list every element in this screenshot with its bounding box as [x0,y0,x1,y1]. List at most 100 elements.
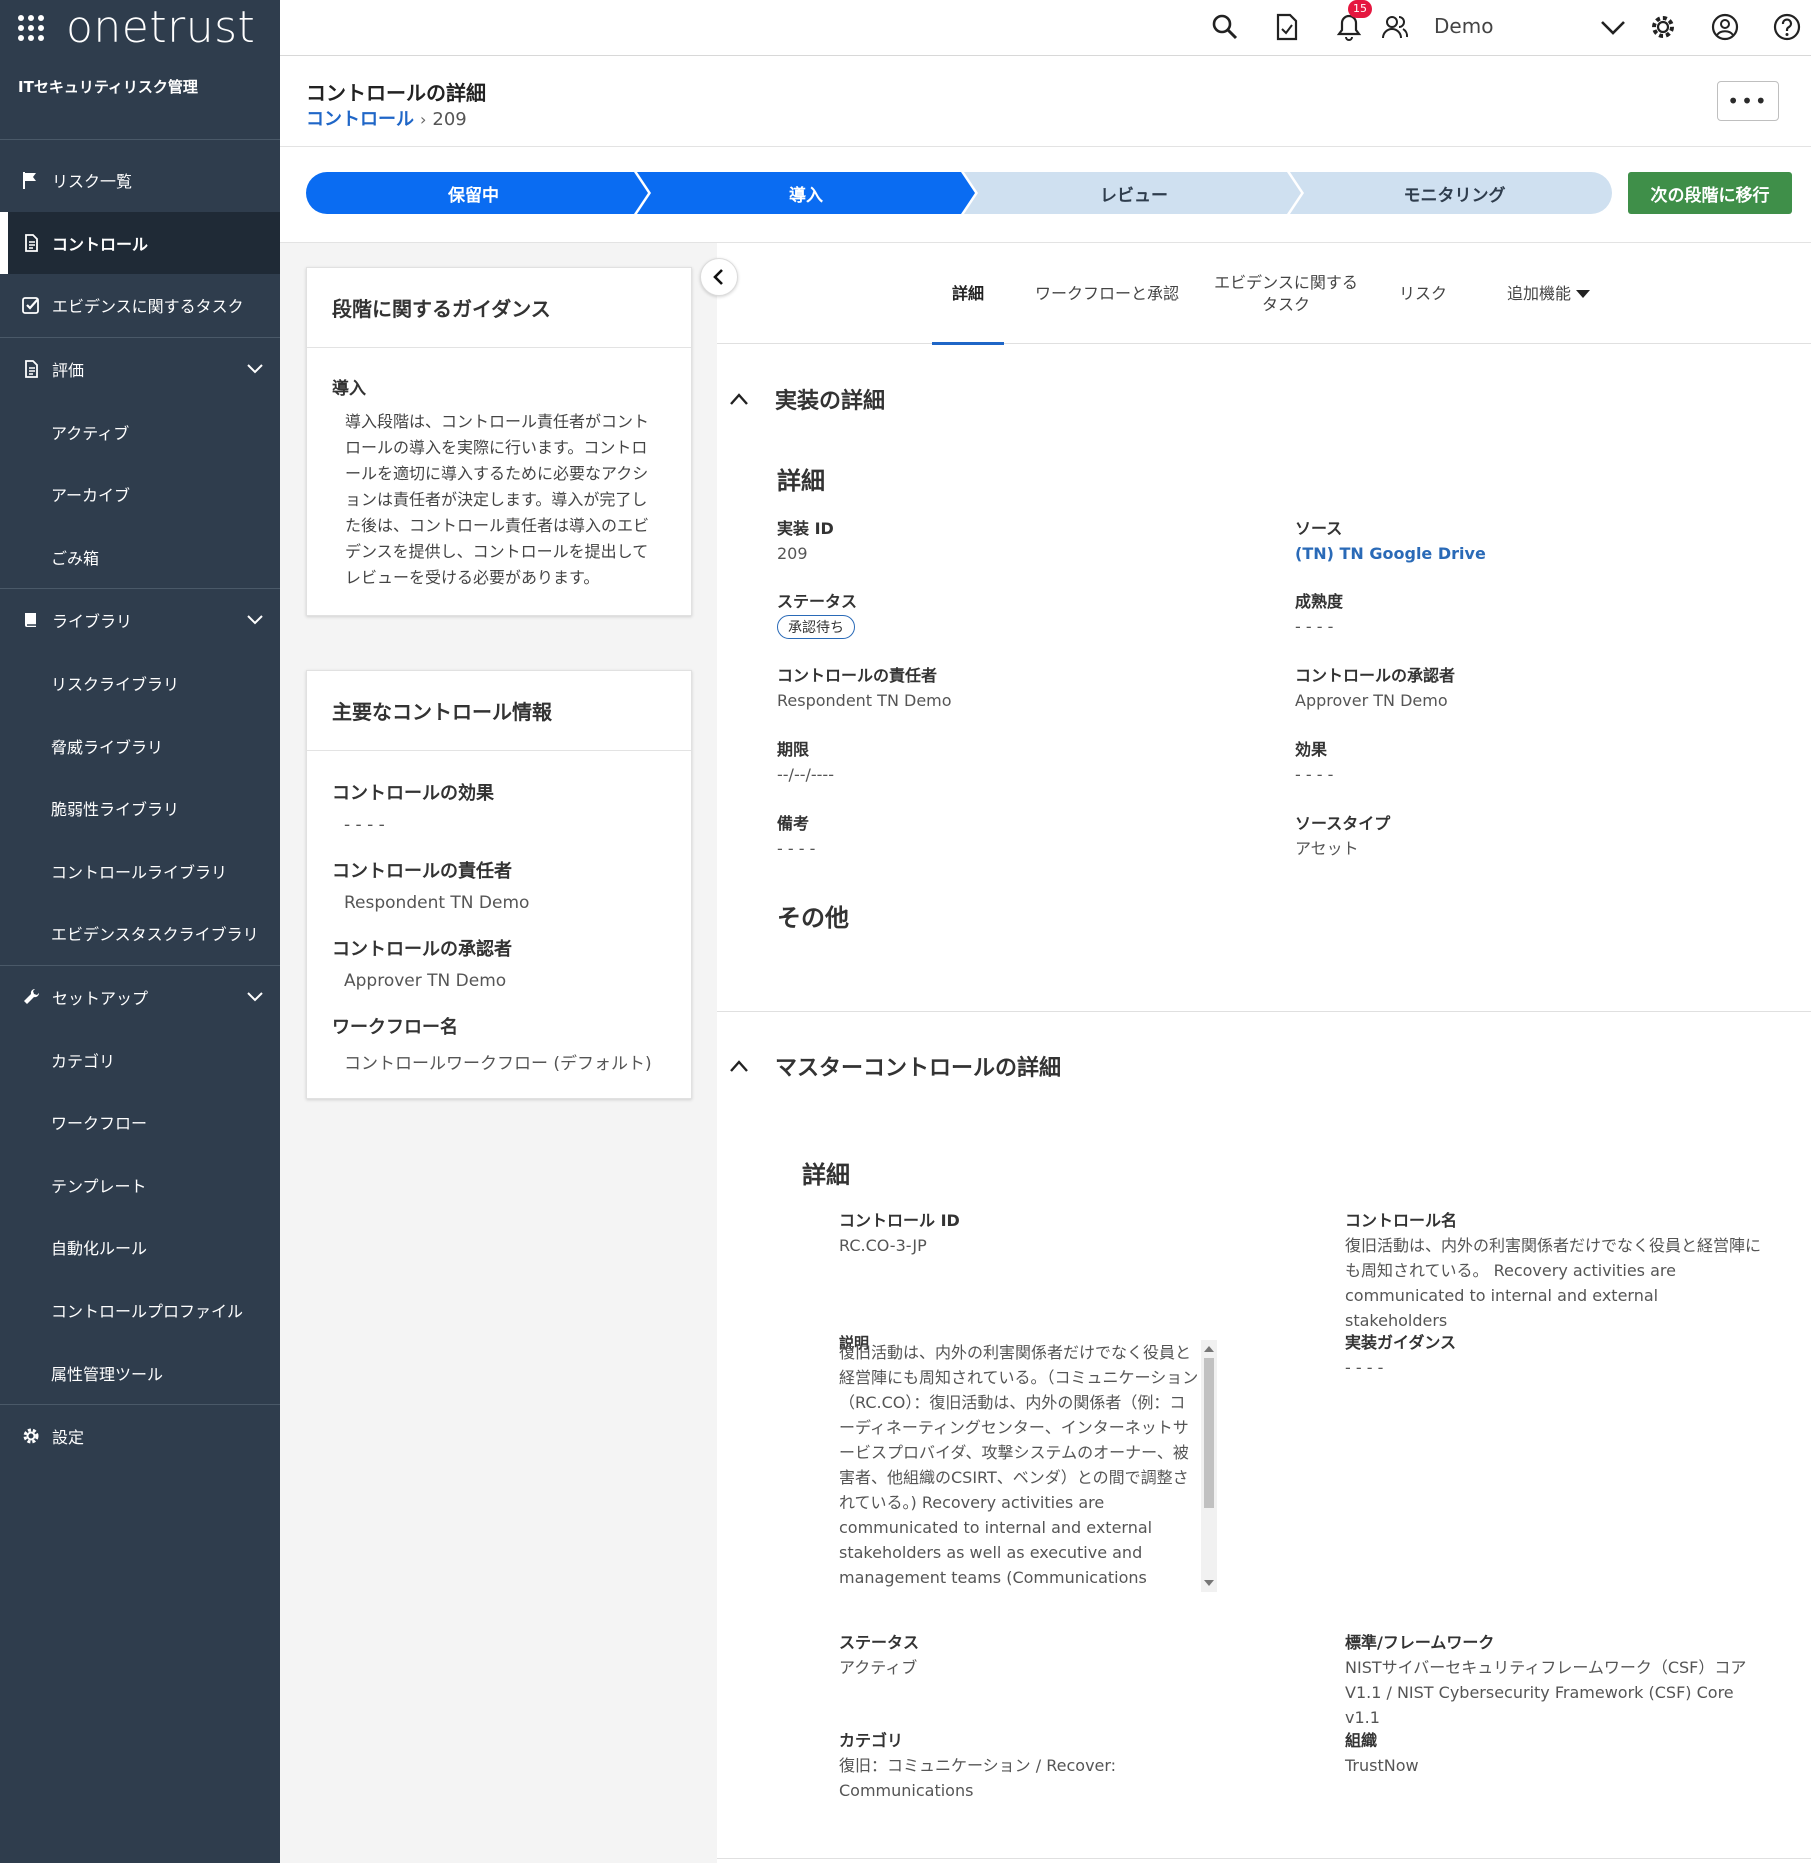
document-icon [20,232,42,254]
brand-bar: onetrust [0,0,280,56]
sidebar-item-evidence-library[interactable]: エビデンスタスクライブラリ [0,902,280,965]
description-scroll-box[interactable]: 復旧活動は、内外の利害関係者だけでなく役員と経営陣にも周知されている。（コミュニ… [839,1340,1217,1592]
stage-monitoring[interactable]: モニタリング [1297,172,1612,214]
page-title: コントロールの詳細 [306,81,486,105]
top-bar: 15 Demo [280,0,1811,56]
tabs: 詳細 ワークフローと承認 エビデンスに関する タスク リスク 追加機能 [717,243,1811,345]
chevron-up-icon [730,1060,748,1072]
sidebar-item-template[interactable]: テンプレート [0,1154,280,1217]
description-text: 復旧活動は、内外の利害関係者だけでなく役員と経営陣にも周知されている。（コミュニ… [839,1343,1199,1587]
caret-down-icon [1576,289,1590,298]
next-stage-button[interactable]: 次の段階に移行 [1628,172,1792,214]
master-status-field: ステータス アクティブ [839,1633,1299,1680]
due-date-field: 期限 --/--/---- [777,740,1237,787]
field-label: ステータス [777,592,858,611]
sidebar-item-label: 設定 [52,1428,85,1448]
sidebar-item-controls[interactable]: コントロール [0,211,280,275]
sidebar-item-category[interactable]: カテゴリ [0,1028,280,1091]
sidebar-item-settings[interactable]: 設定 [0,1405,280,1468]
info-value: Approver TN Demo [344,971,507,991]
sidebar-item-workflow[interactable]: ワークフロー [0,1091,280,1154]
tab-workflow[interactable]: ワークフローと承認 [1022,243,1192,344]
chevron-down-icon[interactable] [1598,12,1628,42]
effect-field: 効果 - - - - [1295,740,1755,787]
breadcrumb-id: 209 [432,109,467,130]
scroll-down-arrow-icon[interactable] [1204,1580,1214,1586]
chevron-down-icon [247,615,263,625]
card-title: 主要なコントロール情報 [307,671,691,751]
key-control-info-card: 主要なコントロール情報 コントロールの効果 - - - - コントロールの責任者… [306,670,692,1099]
chevron-down-icon [247,992,263,1002]
sidebar-item-label: 評価 [52,361,85,381]
sidebar-item-trash[interactable]: ごみ箱 [0,526,280,589]
field-value: RC.CO-3-JP [839,1236,927,1255]
sidebar-item-archive[interactable]: アーカイブ [0,463,280,526]
stage-implementation[interactable]: 導入 [641,172,971,214]
sidebar-item-library[interactable]: ライブラリ [0,589,280,652]
impl-details-title: 詳細 [777,467,825,495]
sidebar-item-label: ライブラリ [52,612,133,632]
field-label: 実装ガイダンス [1345,1333,1457,1352]
sidebar-item-active[interactable]: アクティブ [0,400,280,463]
scroll-up-arrow-icon[interactable] [1204,1346,1214,1352]
control-id-field: コントロール ID RC.CO-3-JP [839,1211,1299,1258]
master-section-header[interactable]: マスターコントロールの詳細 [729,1050,1061,1082]
impl-section-header[interactable]: 実装の詳細 [729,383,885,415]
collapse-panel-button[interactable] [700,258,738,296]
other-title: その他 [777,904,849,932]
gear-icon[interactable] [1648,12,1678,42]
tab-risks[interactable]: リスク [1388,243,1458,344]
notes-field: 備考 - - - - [777,814,1237,861]
task-document-icon[interactable] [1272,12,1302,42]
account-icon[interactable] [1710,12,1740,42]
sidebar-item-threat-library[interactable]: 脅威ライブラリ [0,714,280,777]
sidebar-item-control-profile[interactable]: コントロールプロファイル [0,1279,280,1342]
sidebar-item-risk-library[interactable]: リスクライブラリ [0,652,280,715]
sidebar-item-setup[interactable]: セットアップ [0,966,280,1029]
breadcrumb-controls-link[interactable]: コントロール [306,109,414,130]
sidebar-item-assessment[interactable]: 評価 [0,338,280,401]
tab-evidence-tasks[interactable]: エビデンスに関する タスク [1206,243,1366,344]
field-value: 209 [777,544,808,563]
stage-review[interactable]: レビュー [971,172,1297,214]
sidebar-item-control-library[interactable]: コントロールライブラリ [0,840,280,903]
source-link[interactable]: (TN) TN Google Drive [1295,541,1755,566]
sidebar-item-evidence-tasks[interactable]: エビデンスに関するタスク [0,274,280,337]
info-value: コントロールワークフロー (デフォルト) [344,1054,652,1074]
impl-id-field: 実装 ID 209 [777,519,1237,566]
checkbox-icon [20,294,42,316]
stage-pending[interactable]: 保留中 [306,172,641,214]
sidebar-item-attribute-tool[interactable]: 属性管理ツール [0,1341,280,1404]
users-icon[interactable] [1380,12,1410,42]
search-icon[interactable] [1210,12,1240,42]
help-icon[interactable] [1772,12,1802,42]
info-label: ワークフロー名 [332,1017,458,1038]
page-header: コントロールの詳細 コントロール › 209 ••• [280,57,1811,147]
field-value: アクティブ [839,1658,918,1677]
sidebar-item-label: セットアップ [52,989,149,1009]
gear-icon [20,1425,42,1447]
control-name-field: コントロール名 復旧活動は、内外の利害関係者だけでなく役員と経営陣にも周知されて… [1345,1211,1765,1333]
flag-icon [20,169,42,191]
info-label: コントロールの効果 [332,783,494,804]
sidebar-item-risks[interactable]: リスク一覧 [0,149,280,212]
owner-field: コントロールの責任者 Respondent TN Demo [777,666,1237,713]
bell-icon[interactable]: 15 [1334,0,1372,42]
onetrust-logo[interactable]: onetrust [66,6,255,50]
field-label: ソース [1295,519,1343,538]
tab-details[interactable]: 詳細 [932,243,1004,345]
field-value: - - - - [1295,617,1334,636]
sidebar-item-vuln-library[interactable]: 脆弱性ライブラリ [0,777,280,840]
description-scrollbar[interactable] [1201,1340,1217,1592]
scrollbar-thumb[interactable] [1204,1358,1214,1508]
app-grid-icon[interactable] [18,15,44,41]
document-icon [20,358,42,380]
tab-more[interactable]: 追加機能 [1484,243,1614,344]
chevron-up-icon [730,393,748,405]
field-value: Respondent TN Demo [777,691,952,710]
more-options-button[interactable]: ••• [1717,81,1779,121]
user-name[interactable]: Demo [1434,14,1493,38]
sidebar-item-label: テンプレート [51,1176,147,1196]
field-value: - - - - [1345,1358,1384,1377]
sidebar-item-automation[interactable]: 自動化ルール [0,1216,280,1279]
